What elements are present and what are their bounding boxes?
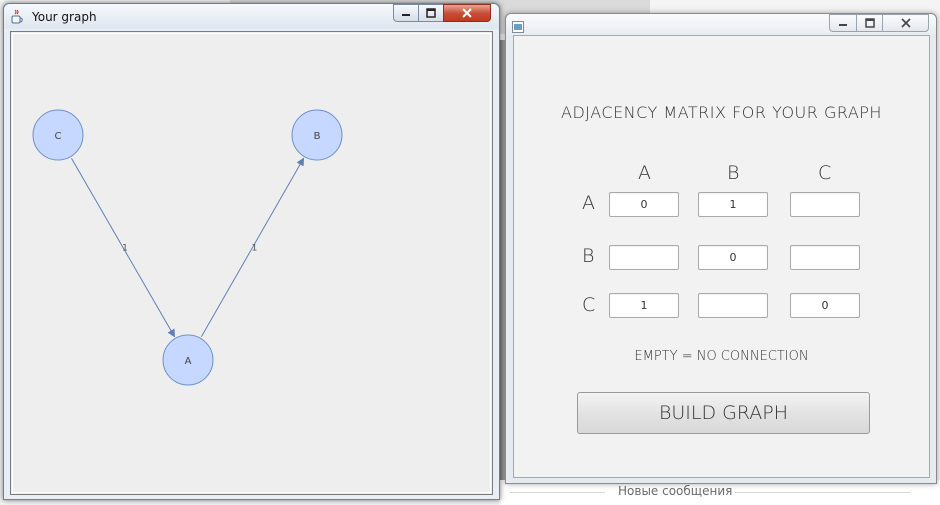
divider-line-left	[510, 492, 605, 493]
document-icon	[512, 21, 524, 33]
graph-canvas: 11 ABC	[10, 31, 493, 495]
column-header-c: C	[818, 162, 832, 184]
maximize-button[interactable]	[856, 14, 883, 32]
empty-legend-note: EMPTY = NO CONNECTION	[634, 349, 809, 364]
divider-line-right	[735, 492, 910, 493]
maximize-icon	[864, 18, 875, 28]
graph-node-b[interactable]: B	[291, 109, 343, 161]
row-header-b: B	[582, 245, 595, 267]
matrix-cell-b-c[interactable]	[790, 245, 860, 270]
matrix-cell-c-b[interactable]	[698, 293, 768, 318]
matrix-cell-a-a[interactable]: 0	[609, 192, 679, 217]
minimize-icon	[839, 24, 847, 26]
node-label: B	[314, 131, 321, 142]
nodes-layer: A B C	[32, 109, 343, 386]
graph-window-title: Your graph	[32, 10, 97, 24]
graph-window-titlebar[interactable]: Your graph	[4, 4, 499, 29]
row-header-c: C	[582, 294, 596, 316]
close-icon	[462, 8, 472, 18]
matrix-cell-c-a[interactable]: 1	[609, 293, 679, 318]
graph-drawing: 11 ABC	[32, 109, 343, 386]
maximize-button[interactable]	[418, 4, 444, 22]
matrix-cell-c-c[interactable]: 0	[790, 293, 860, 318]
close-icon	[900, 18, 911, 28]
column-header-a: A	[638, 162, 651, 184]
edges-layer: 11	[71, 157, 305, 338]
column-header-b: B	[727, 162, 740, 184]
graph-node-c[interactable]: C	[32, 109, 84, 161]
maximize-icon	[426, 8, 436, 18]
node-label: A	[185, 356, 192, 367]
edge-weight-label: 1	[122, 244, 128, 254]
close-button[interactable]	[443, 4, 491, 22]
minimize-button[interactable]	[393, 4, 419, 22]
matrix-cell-a-b[interactable]: 1	[698, 192, 768, 217]
minimize-button[interactable]	[829, 14, 857, 32]
matrix-panel: ADJACENCY MATRIX FOR YOUR GRAPH A B C A …	[513, 35, 930, 478]
close-button[interactable]	[882, 14, 929, 32]
row-header-a: A	[582, 192, 595, 214]
new-messages-label: Новые сообщения	[618, 484, 733, 498]
node-label: C	[55, 131, 62, 142]
graph-window: Your graph 11 ABC	[3, 3, 500, 500]
minimize-icon	[402, 14, 410, 16]
matrix-heading: ADJACENCY MATRIX FOR YOUR GRAPH	[561, 103, 882, 122]
matrix-cell-b-a[interactable]	[609, 245, 679, 270]
edge-weight-label: 1	[252, 244, 258, 254]
build-graph-button[interactable]: BUILD GRAPH	[577, 392, 870, 434]
java-cup-icon	[11, 9, 23, 24]
matrix-cell-b-b[interactable]: 0	[698, 245, 768, 270]
matrix-window: ADJACENCY MATRIX FOR YOUR GRAPH A B C A …	[505, 13, 937, 484]
matrix-cell-a-c[interactable]	[790, 192, 860, 217]
graph-node-a[interactable]: A	[162, 334, 214, 386]
